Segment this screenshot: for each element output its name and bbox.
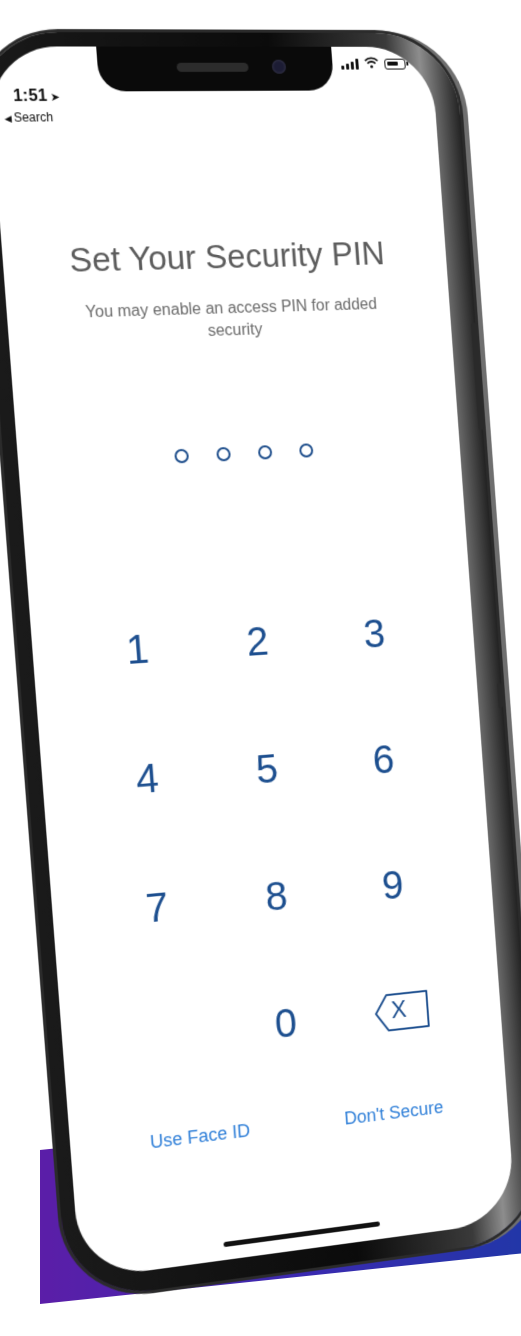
backspace-button[interactable]: X [340, 943, 464, 1081]
key-3[interactable]: 3 [312, 568, 436, 702]
key-4[interactable]: 4 [81, 710, 212, 849]
backspace-icon: X [373, 989, 431, 1034]
phone-device: 1:51 ➤ ◀Search Set Your Security PIN You … [0, 0, 521, 1336]
key-1[interactable]: 1 [71, 582, 202, 719]
key-6[interactable]: 6 [321, 693, 445, 828]
use-face-id-button[interactable]: Use Face ID [149, 1120, 250, 1153]
wifi-icon [364, 57, 379, 71]
status-time: 1:51 ➤ [13, 87, 61, 106]
notch [96, 46, 335, 92]
phone-screen: 1:51 ➤ ◀Search Set Your Security PIN You … [0, 46, 516, 1280]
key-5[interactable]: 5 [203, 702, 331, 839]
key-2[interactable]: 2 [193, 575, 321, 711]
location-icon: ➤ [50, 91, 61, 104]
back-link-label: Search [13, 110, 54, 125]
battery-level [387, 61, 398, 66]
pin-keypad: 1 2 3 4 5 6 7 8 9 0 X [71, 568, 463, 1108]
page-subtitle: You may enable an access PIN for added s… [84, 296, 378, 340]
volume-button [496, 682, 504, 709]
back-arrow-icon: ◀ [4, 113, 13, 124]
battery-icon [384, 58, 409, 70]
key-9[interactable]: 9 [330, 818, 454, 954]
pin-dot [298, 443, 314, 458]
status-time-text: 1:51 [12, 87, 48, 106]
key-7[interactable]: 7 [91, 839, 222, 979]
key-0[interactable]: 0 [222, 955, 349, 1095]
backspace-x-label: X [390, 996, 408, 1025]
pin-indicator [18, 437, 460, 471]
front-camera [271, 59, 287, 74]
pin-dot [216, 446, 232, 462]
dont-secure-button[interactable]: Don't Secure [344, 1097, 444, 1130]
key-8[interactable]: 8 [212, 828, 339, 966]
key-empty [101, 967, 231, 1109]
status-indicators [341, 57, 409, 71]
battery-tip [406, 61, 409, 66]
signal-icon [341, 58, 359, 70]
pin-dot [257, 445, 273, 460]
pin-actions: Use Face ID Don't Secure [149, 1097, 444, 1153]
back-to-search-link[interactable]: ◀Search [4, 110, 54, 125]
pin-dot [174, 448, 190, 464]
speaker-grille [176, 62, 249, 72]
page-title: Set Your Security PIN [68, 234, 386, 279]
